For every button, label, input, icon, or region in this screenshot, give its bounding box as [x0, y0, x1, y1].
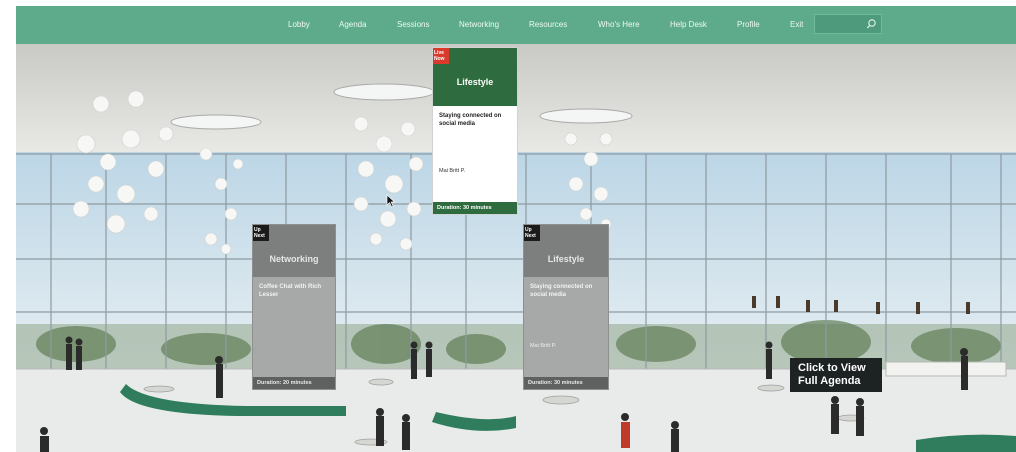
- card-body: Staying connected on social media: [433, 106, 517, 128]
- card-track: Lifestyle: [456, 77, 494, 87]
- card-body: Coffee Chat with Rich Lesser: [253, 277, 335, 299]
- card-title: Staying connected on social media: [439, 113, 502, 127]
- card-duration: Duration: 20 minutes: [253, 377, 335, 389]
- nav-lobby[interactable]: Lobby: [288, 6, 310, 44]
- card-duration: Duration: 30 minutes: [524, 377, 608, 389]
- session-card-next-lifestyle[interactable]: Lifestyle Up Next Staying connected on s…: [523, 224, 609, 390]
- nav-help-desk[interactable]: Help Desk: [670, 6, 707, 44]
- nav-sessions[interactable]: Sessions: [397, 6, 429, 44]
- nav-whos-here[interactable]: Who's Here: [598, 6, 640, 44]
- nav-networking[interactable]: Networking: [459, 6, 499, 44]
- nav-exit[interactable]: Exit: [790, 6, 803, 44]
- agenda-line-1: Click to View: [798, 362, 866, 374]
- search-box: [814, 14, 882, 34]
- live-now-badge: Live Now: [433, 48, 449, 64]
- virtual-lobby: Lobby Agenda Sessions Networking Resourc…: [16, 6, 1016, 452]
- full-agenda-button[interactable]: Click to View Full Agenda: [790, 358, 882, 392]
- top-nav: Lobby Agenda Sessions Networking Resourc…: [16, 6, 1016, 44]
- card-body: Staying connected on social media: [524, 277, 608, 299]
- nav-profile[interactable]: Profile: [737, 6, 760, 44]
- nav-resources[interactable]: Resources: [529, 6, 567, 44]
- card-track: Networking: [269, 254, 319, 264]
- card-duration: Duration: 30 minutes: [433, 202, 517, 214]
- up-next-badge: Up Next: [524, 225, 540, 241]
- nav-agenda[interactable]: Agenda: [339, 6, 367, 44]
- card-title: Coffee Chat with Rich Lesser: [259, 284, 322, 298]
- up-next-badge: Up Next: [253, 225, 269, 241]
- lobby-scene: Lifestyle Live Now Staying connected on …: [16, 44, 1016, 452]
- card-speaker: Mai Britt P.: [530, 343, 557, 349]
- card-speaker: Mai Britt P.: [439, 168, 466, 174]
- session-card-live[interactable]: Lifestyle Live Now Staying connected on …: [432, 47, 518, 215]
- session-card-next-networking[interactable]: Networking Up Next Coffee Chat with Rich…: [252, 224, 336, 390]
- card-title: Staying connected on social media: [530, 284, 593, 298]
- agenda-line-2: Full Agenda: [798, 375, 861, 387]
- card-track: Lifestyle: [547, 254, 585, 264]
- search-icon[interactable]: [865, 18, 877, 30]
- mouse-cursor-icon: [386, 194, 396, 208]
